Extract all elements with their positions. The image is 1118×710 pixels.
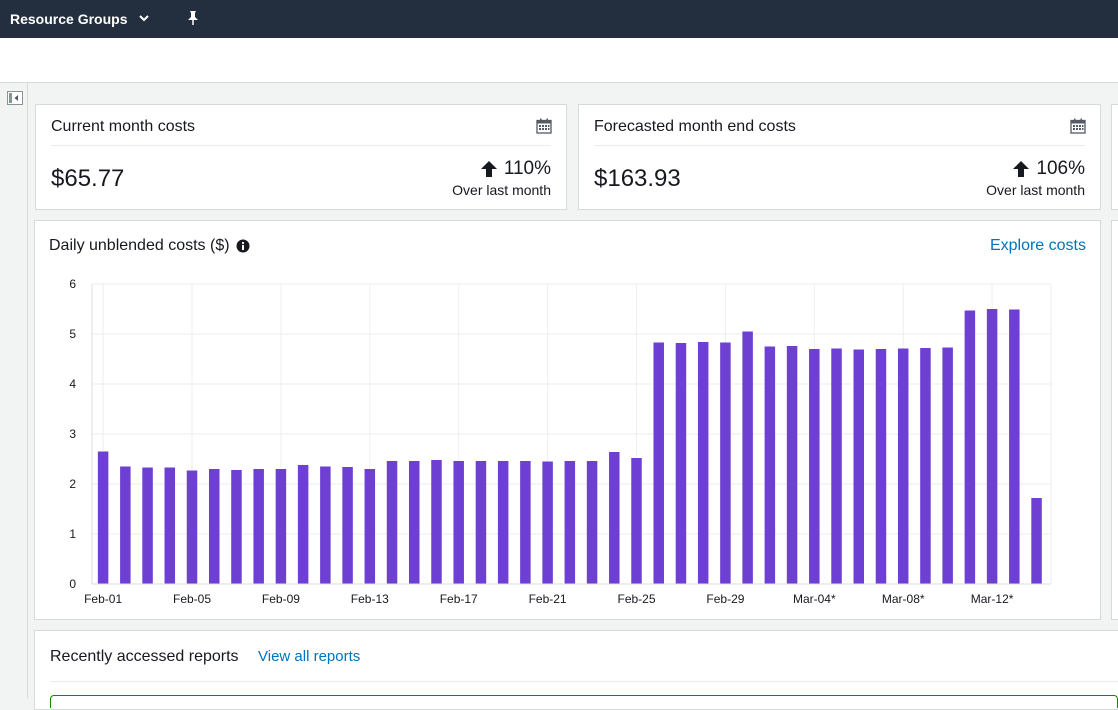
bar [986, 309, 998, 584]
bar [497, 461, 509, 584]
change-percent: 110% [503, 158, 551, 179]
bar [542, 461, 553, 584]
bar [564, 461, 576, 584]
x-tick-label: Feb-01 [84, 592, 122, 606]
x-tick-label: Mar-12* [971, 592, 1014, 606]
change-indicator: 110% [480, 158, 551, 180]
bar [409, 461, 420, 584]
bar [208, 469, 220, 584]
x-tick-label: Feb-25 [617, 592, 655, 606]
x-tick-label: Feb-13 [351, 592, 389, 606]
x-tick-label: Feb-29 [706, 592, 744, 606]
change-caption: Over last month [452, 182, 551, 198]
forecast-cost-value: $163.93 [594, 165, 681, 192]
resource-groups-label: Resource Groups [10, 11, 128, 27]
x-tick-label: Feb-17 [440, 592, 478, 606]
bar [231, 470, 242, 584]
bar [186, 470, 198, 584]
bar [364, 469, 376, 584]
current-month-cost-value: $65.77 [51, 165, 125, 192]
recent-reports-card: Recently accessed reports View all repor… [34, 630, 1118, 710]
calendar-icon[interactable] [1070, 118, 1086, 134]
change-caption: Over last month [986, 182, 1085, 198]
y-tick-label: 2 [69, 477, 76, 491]
daily-costs-bar-chart: 0 1 2 3 4 5 6 Feb-01 Feb-05 Feb-09 Feb-13 Feb-17 Feb… [69, 277, 1052, 606]
bar [253, 469, 264, 584]
bar [164, 467, 176, 584]
bar [631, 458, 642, 584]
bar [342, 467, 353, 584]
y-tick-label: 3 [69, 427, 76, 441]
bar [1031, 498, 1042, 584]
pin-icon[interactable] [186, 10, 200, 26]
y-tick-label: 6 [69, 277, 76, 291]
arrow-up-icon [1013, 161, 1030, 177]
y-tick-label: 0 [69, 577, 76, 591]
sidebar-strip [0, 83, 28, 698]
x-tick-label: Feb-21 [529, 592, 567, 606]
x-tick-label: Feb-09 [262, 592, 300, 606]
reports-divider [50, 681, 1118, 682]
reports-title: Recently accessed reports [50, 648, 239, 665]
change-indicator: 106% [1012, 158, 1085, 180]
card-title: Current month costs [51, 118, 196, 135]
x-tick-label: Mar-08* [882, 592, 925, 606]
y-tick-label: 4 [69, 377, 76, 391]
bar [386, 461, 398, 584]
bar [697, 342, 709, 584]
y-tick-label: 1 [69, 527, 76, 541]
card-divider [51, 145, 551, 146]
chevron-down-icon [139, 14, 150, 25]
current-month-costs-card: Current month costs $65.77 110% Over las… [35, 104, 567, 210]
bar [764, 346, 776, 584]
bar [1009, 309, 1020, 584]
daily-costs-chart-card: Daily unblended costs ($) Explore costs … [34, 220, 1101, 620]
bar [120, 466, 131, 584]
bar [653, 342, 664, 584]
bar [675, 343, 687, 584]
report-list-item[interactable] [50, 695, 1118, 708]
bar [431, 460, 442, 584]
forecasted-costs-card: Forecasted month end costs $163.93 106% … [578, 104, 1101, 210]
bar [275, 469, 287, 584]
change-percent: 106% [1036, 158, 1085, 179]
x-tick-label: Feb-05 [173, 592, 211, 606]
bar [453, 461, 464, 584]
bar [897, 348, 909, 584]
bar [942, 347, 953, 584]
bar [742, 331, 753, 584]
sidebar-toggle-icon[interactable] [7, 91, 23, 105]
arrow-up-icon [480, 161, 497, 177]
bar [786, 346, 798, 584]
x-tick-label: Mar-04* [793, 592, 836, 606]
calendar-icon[interactable] [536, 118, 552, 134]
bar [520, 461, 531, 584]
partial-card [1111, 104, 1118, 210]
bar [297, 465, 309, 584]
bar [142, 467, 153, 584]
bar [320, 466, 331, 584]
bar [920, 348, 931, 584]
bar [475, 461, 487, 584]
bar [831, 348, 842, 584]
bar [97, 451, 109, 584]
bar [720, 342, 731, 584]
card-divider [594, 145, 1085, 146]
bar [875, 349, 887, 584]
bar [586, 461, 598, 584]
bar [809, 349, 820, 584]
bar [964, 310, 976, 584]
resource-groups-menu[interactable]: Resource Groups [10, 11, 150, 27]
sub-header-bar [0, 38, 1118, 83]
bar [853, 349, 865, 584]
partial-card [1111, 220, 1118, 620]
y-tick-label: 5 [69, 327, 76, 341]
bar [609, 452, 620, 584]
card-title: Forecasted month end costs [594, 118, 796, 135]
top-nav-bar: Resource Groups [0, 0, 1118, 38]
view-all-reports-link[interactable]: View all reports [258, 648, 360, 665]
